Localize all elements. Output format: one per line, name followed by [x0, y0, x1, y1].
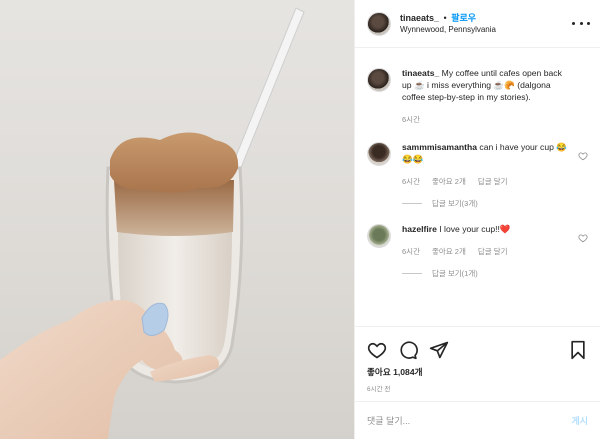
caption-username[interactable]: tinaeats_: [402, 68, 439, 78]
comment-item: sammmisamantha can i have your cup 😂😂😂 6…: [367, 141, 590, 209]
caption-meta: 6시간: [402, 114, 572, 125]
caption: tinaeats_ My coffee until cafes open bac…: [367, 67, 590, 125]
comment-text: hazelfire I love your cup!!❤️: [402, 223, 572, 235]
comment-time[interactable]: 6시간: [402, 246, 420, 257]
comment-content: I love your cup!!❤️: [439, 224, 511, 234]
comment-input[interactable]: [367, 415, 572, 426]
caption-avatar[interactable]: [367, 68, 391, 92]
post-actions-section: 좋아요 1,084개 6시간 전: [355, 326, 600, 393]
posted-time[interactable]: 6시간 전: [367, 383, 588, 393]
comments-list[interactable]: tinaeats_ My coffee until cafes open bac…: [355, 49, 600, 326]
view-replies-label: 답글 보기(3개): [432, 199, 478, 208]
add-comment-bar: 게시: [355, 401, 600, 439]
post-side-panel: tinaeats_ • 팔로우 Wynnewood, Pennsylvania …: [354, 0, 600, 439]
comment-meta: 6시간 좋아요 2개 답글 달기: [402, 246, 572, 257]
separator-dot: •: [443, 12, 447, 23]
author-avatar[interactable]: [367, 11, 391, 36]
view-replies-button[interactable]: 답글 보기(3개): [402, 198, 572, 209]
commenter-username[interactable]: hazelfire: [402, 224, 437, 234]
coffee-photo-illustration: [0, 7, 305, 439]
reply-button[interactable]: 답글 달기: [478, 176, 508, 187]
post-location[interactable]: Wynnewood, Pennsylvania: [400, 24, 572, 36]
comment-like-heart-icon[interactable]: [578, 233, 588, 243]
caption-text: tinaeats_ My coffee until cafes open bac…: [402, 67, 572, 103]
comment-meta: 6시간 좋아요 2개 답글 달기: [402, 176, 572, 187]
comment-body: hazelfire I love your cup!!❤️ 6시간 좋아요 2개…: [402, 223, 590, 279]
replies-divider: [402, 203, 422, 204]
comment-time[interactable]: 6시간: [402, 176, 420, 187]
bookmark-icon[interactable]: [568, 340, 588, 360]
commenter-username[interactable]: sammmisamantha: [402, 142, 477, 152]
commenter-avatar[interactable]: [367, 142, 391, 166]
caption-time[interactable]: 6시간: [402, 114, 420, 125]
view-replies-button[interactable]: 답글 보기(1개): [402, 268, 572, 279]
comment-like-heart-icon[interactable]: [578, 151, 588, 161]
likes-count[interactable]: 좋아요 1,084개: [367, 366, 588, 378]
reply-button[interactable]: 답글 달기: [478, 246, 508, 257]
comment-icon[interactable]: [398, 340, 418, 360]
share-icon[interactable]: [429, 340, 449, 360]
replies-divider: [402, 273, 422, 274]
post-header: tinaeats_ • 팔로우 Wynnewood, Pennsylvania: [355, 0, 600, 48]
commenter-avatar[interactable]: [367, 224, 391, 248]
author-line: tinaeats_ • 팔로우: [400, 12, 572, 24]
comment-likes[interactable]: 좋아요 2개: [432, 246, 466, 257]
follow-button[interactable]: 팔로우: [451, 13, 476, 23]
caption-body: tinaeats_ My coffee until cafes open bac…: [402, 67, 590, 125]
comment-body: sammmisamantha can i have your cup 😂😂😂 6…: [402, 141, 590, 209]
author-info: tinaeats_ • 팔로우 Wynnewood, Pennsylvania: [400, 12, 572, 36]
instagram-post: tinaeats_ • 팔로우 Wynnewood, Pennsylvania …: [0, 0, 600, 439]
post-photo[interactable]: [0, 0, 354, 439]
more-options-icon[interactable]: [572, 19, 590, 29]
post-comment-button[interactable]: 게시: [571, 414, 588, 427]
comment-item: hazelfire I love your cup!!❤️ 6시간 좋아요 2개…: [367, 223, 590, 279]
heart-icon[interactable]: [367, 340, 387, 360]
comment-text: sammmisamantha can i have your cup 😂😂😂: [402, 141, 572, 165]
author-username[interactable]: tinaeats_: [400, 13, 439, 23]
action-bar: [367, 339, 588, 361]
comment-likes[interactable]: 좋아요 2개: [432, 176, 466, 187]
view-replies-label: 답글 보기(1개): [432, 269, 478, 278]
